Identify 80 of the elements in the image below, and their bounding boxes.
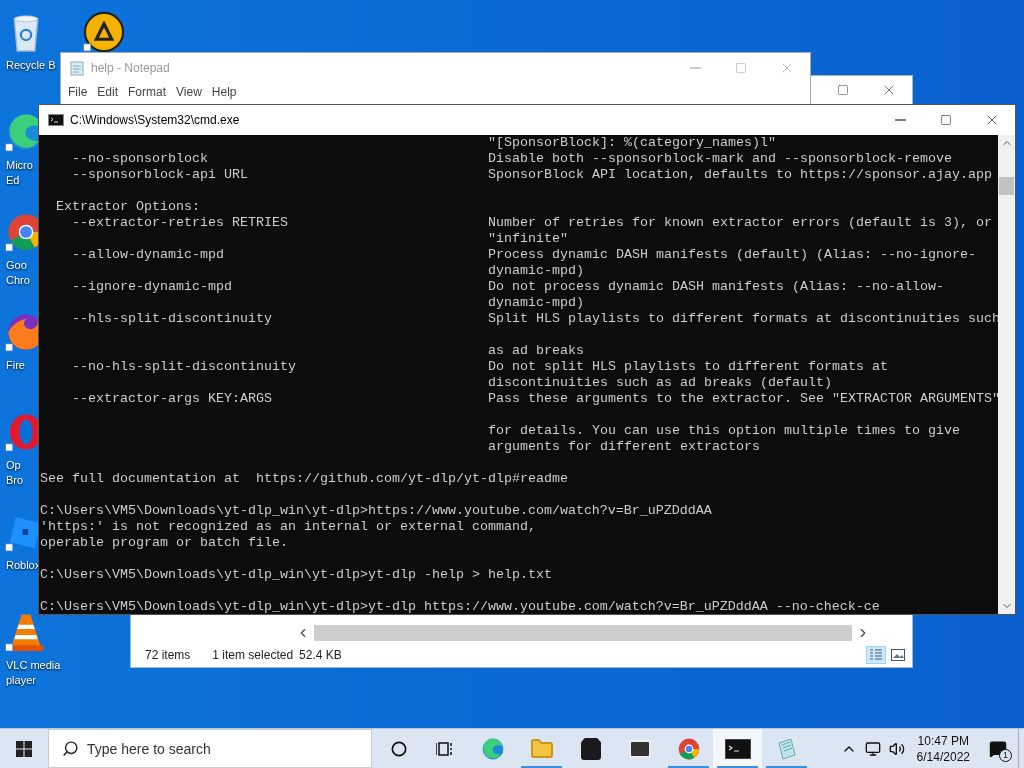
console-line: C:\Users\VM5\Downloads\yt-dlp_win\yt-dlp>yt-dlp -help > help.txt [40,567,552,582]
desktop-icon-label[interactable]: Bro [6,473,24,488]
option-text: --ignore-dynamic-mpd [71,279,233,295]
description-text: Do not split HLS playlists to different formats at [488,359,889,375]
tiles-view-button[interactable] [888,646,908,664]
description-text: dynamic-mpd) [488,295,585,311]
desktop-icon-label[interactable]: Fire [6,358,25,373]
window-title: help - Notepad [91,60,170,77]
description-text: for details. You can use this option multiple times to give [488,423,961,439]
terminal-icon [724,738,751,759]
console-line: C:\Users\VM5\Downloads\yt-dlp_win\yt-dlp>https://www.youtube.com/watch?v=Br_uPZDddAA [40,503,712,518]
circle-icon [391,740,407,757]
task-view-icon [436,740,454,757]
description-text: dynamic-mpd) [488,263,585,279]
notification-button[interactable]: 1 [978,729,1018,768]
menu-item[interactable]: Help [206,83,242,101]
maximize-icon [735,62,747,74]
window-title: C:\Windows\System32\cmd.exe [70,112,240,129]
description-text: "infinite" [488,231,569,247]
console-line: 'https:' is not recognized as an internal or external command, [40,519,536,534]
desktop-icon-label[interactable]: VLC media [6,658,61,673]
list-icon [869,649,883,661]
image-icon [891,649,905,661]
selection-size: 52.4 KB [299,647,342,664]
option-text: --hls-split-discontinuity [71,311,273,327]
menu-item[interactable]: Edit [92,83,124,101]
description-text: as ad breaks [488,343,585,359]
description-text: "[SponsorBlock]: %(category_names)l" [488,135,777,151]
network-icon[interactable] [864,740,881,757]
option-text: --extractor-retries RETRIES [71,215,289,231]
console-line: C:\Users\VM5\Downloads\yt-dlp_win\yt-dlp>yt-dlp https://www.youtube.com/watch?v=Br_uPZDddAA --no-check-ce [40,599,880,614]
clock-time[interactable]: 10:47 PM [917,732,969,749]
desktop-icon-label[interactable]: player [6,673,61,688]
notification-count: 1 [999,749,1012,762]
option-text: --no-sponsorblock [71,151,209,167]
desktop-icon-label[interactable]: Chro [6,273,30,288]
scroll-thumb[interactable] [999,177,1014,195]
horizontal-scrollbar[interactable] [314,625,852,641]
selection-status: 1 item selected [212,647,294,664]
description-text: SponsorBlock API location, defaults to https://sponsor.ajay.app [488,167,993,183]
option-text: --extractor-args KEY:ARGS [71,391,273,407]
desktop-icon-label[interactable]: Op [6,458,24,473]
option-text: --allow-dynamic-mpd [71,247,225,263]
description-text: Disable both --sponsorblock-mark and --sponsorblock-remove [488,151,953,167]
volume-icon[interactable] [888,740,905,757]
browser-icon [676,736,701,761]
description-text: arguments for different extractors [488,439,761,455]
description-text: Process dynamic DASH manifests (default) (Alias: --no-ignore- [488,247,977,263]
description-text: Number of retries for known extractor errors (default is 3), or [488,215,993,231]
option-text: --sponsorblock-api URL [71,167,249,183]
desktop-icon-label[interactable]: Goo [6,258,30,273]
menu-item[interactable]: View [171,83,207,101]
description-text: discontinuities such as ad breaks (default) [488,375,833,391]
notepad-icon [69,60,85,76]
search-icon [62,740,79,757]
desktop-icon-label[interactable]: Roblox [6,558,41,573]
vertical-scrollbar[interactable] [998,135,1015,614]
description-text: Split HLS playlists to different formats at discontinuities such [488,311,998,327]
clock-date[interactable]: 6/14/2022 [916,748,970,765]
console-line: operable program or batch file. [40,535,288,550]
taskbar-app-button[interactable] [713,729,762,768]
menu-item[interactable]: File [63,83,93,101]
section-heading: Extractor Options: [55,199,200,214]
terminal-icon [48,114,64,126]
desktop-icon-label[interactable]: Recycle B [6,58,56,73]
maximize-icon [837,84,849,96]
item-count: 72 items [145,647,191,664]
menu-item[interactable]: Format [123,83,172,101]
desktop-icon-label[interactable]: Ed [6,173,33,188]
folder-icon [529,736,554,761]
maximize-icon [940,114,952,126]
minimize-icon [894,119,906,121]
windows-logo-icon [16,740,32,757]
search-field[interactable]: Type here to search [48,729,372,768]
option-text: --no-hls-split-discontinuity [71,359,297,375]
minimize-icon [689,67,701,69]
desktop-icon-label[interactable]: Micro [6,158,33,173]
description-text: Do not process dynamic DASH manifests (Alias: --no-allow- [488,279,945,295]
console-line: See full documentation at https://github.com/yt-dlp/yt-dlp#readme [40,471,568,486]
description-text: Pass these arguments to the extractor. See "EXTRACTOR ARGUMENTS" [488,391,998,407]
